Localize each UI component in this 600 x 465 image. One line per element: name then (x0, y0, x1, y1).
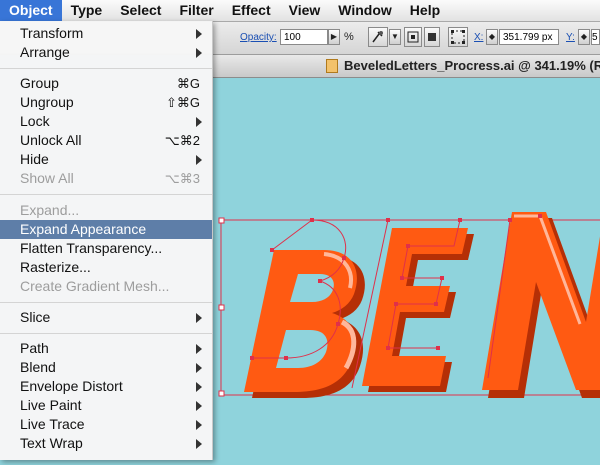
submenu-arrow-icon (196, 401, 202, 411)
menu-item-show-all: Show All ⌥⌘3 (20, 170, 200, 186)
menu-item-path[interactable]: Path (0, 339, 212, 358)
menu-item-live-paint[interactable]: Live Paint (0, 396, 212, 415)
object-menu-dropdown: Transform Arrange Group ⌘G Ungroup ⇧⌘G L… (0, 21, 213, 460)
menu-select[interactable]: Select (111, 0, 170, 21)
menu-item-slice[interactable]: Slice (0, 308, 212, 327)
menu-item-text-wrap[interactable]: Text Wrap (0, 434, 212, 453)
menu-item-rasterize[interactable]: Rasterize... (0, 258, 212, 277)
letter-n (482, 212, 600, 398)
menu-separator (0, 68, 212, 69)
submenu-arrow-icon (196, 363, 202, 373)
bbox-handle (218, 390, 225, 397)
menu-item-hide[interactable]: Hide (0, 150, 212, 169)
letter-e (351, 219, 474, 392)
beveled-letters-artwork[interactable] (212, 78, 600, 460)
menu-object[interactable]: Object (0, 0, 62, 21)
opacity-unit: % (344, 31, 354, 43)
menu-item-blend[interactable]: Blend (0, 358, 212, 377)
menu-separator (0, 333, 212, 334)
submenu-arrow-icon (196, 420, 202, 430)
artboard-canvas[interactable] (212, 78, 600, 460)
menu-separator (0, 302, 212, 303)
isolate-dropdown-icon[interactable] (424, 27, 440, 47)
transform-icon[interactable] (448, 27, 468, 47)
x-label[interactable]: X: (474, 32, 483, 43)
submenu-arrow-icon (196, 155, 202, 165)
menu-item-expand-appearance[interactable]: Expand Appearance (0, 220, 212, 239)
submenu-arrow-icon (196, 313, 202, 323)
menu-item-lock[interactable]: Lock (0, 112, 212, 131)
menu-item-unlock-all[interactable]: Unlock All ⌥⌘2 (0, 131, 212, 150)
submenu-arrow-icon (196, 382, 202, 392)
recolor-dropdown-button[interactable]: ▼ (389, 29, 401, 45)
opacity-dropdown-button[interactable]: ▶ (328, 29, 340, 45)
bbox-handle (218, 304, 225, 311)
submenu-arrow-icon (196, 117, 202, 127)
menu-item-group[interactable]: Group ⌘G (0, 74, 212, 93)
document-tab[interactable]: BeveledLetters_Procress.ai @ 341.19% (R (212, 55, 600, 78)
menu-window[interactable]: Window (329, 0, 401, 21)
menu-view[interactable]: View (280, 0, 330, 21)
document-icon (326, 59, 338, 73)
bbox-handle (218, 217, 225, 224)
y-input[interactable]: 5 (591, 29, 600, 45)
submenu-arrow-icon (196, 48, 202, 58)
x-input[interactable]: 351.799 px (499, 29, 559, 45)
menu-item-expand: Expand... (20, 202, 80, 218)
opacity-input[interactable]: 100 (280, 29, 328, 45)
document-title: BeveledLetters_Procress.ai @ 341.19% (R (344, 58, 600, 73)
y-stepper[interactable]: ◆ (578, 29, 590, 45)
submenu-arrow-icon (196, 439, 202, 449)
y-label[interactable]: Y: (566, 32, 575, 43)
submenu-arrow-icon (196, 344, 202, 354)
menu-item-arrange[interactable]: Arrange (0, 43, 212, 62)
menu-item-ungroup[interactable]: Ungroup ⇧⌘G (0, 93, 212, 112)
menu-help[interactable]: Help (401, 0, 449, 21)
menubar: Object Type Select Filter Effect View Wi… (0, 0, 600, 22)
menu-effect[interactable]: Effect (223, 0, 280, 21)
menu-item-live-trace[interactable]: Live Trace (0, 415, 212, 434)
menu-item-transform[interactable]: Transform (0, 24, 212, 43)
submenu-arrow-icon (196, 29, 202, 39)
recolor-icon[interactable] (368, 27, 388, 47)
opacity-label[interactable]: Opacity: (240, 32, 277, 43)
menu-filter[interactable]: Filter (170, 0, 222, 21)
letter-b (244, 219, 365, 398)
menu-item-create-gradient-mesh: Create Gradient Mesh... (20, 278, 170, 294)
menu-separator (0, 194, 212, 195)
x-stepper[interactable]: ◆ (486, 29, 498, 45)
isolate-icon[interactable] (404, 27, 422, 47)
menu-type[interactable]: Type (62, 0, 112, 21)
menu-item-envelope-distort[interactable]: Envelope Distort (0, 377, 212, 396)
menu-item-flatten-transparency[interactable]: Flatten Transparency... (0, 239, 212, 258)
